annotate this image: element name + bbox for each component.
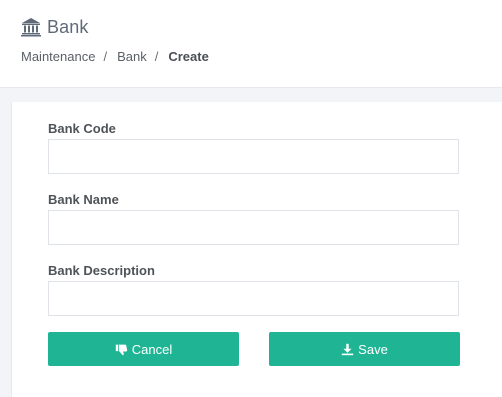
- title-row: Bank: [21, 15, 88, 39]
- page-header: Bank Maintenance / Bank / Create: [0, 0, 502, 88]
- thumbs-down-icon: [115, 344, 127, 355]
- bank-name-label: Bank Name: [48, 192, 119, 207]
- bank-name-input[interactable]: [48, 210, 459, 245]
- bank-description-input[interactable]: [48, 281, 459, 316]
- bank-description-label: Bank Description: [48, 263, 155, 278]
- bank-code-label: Bank Code: [48, 121, 116, 136]
- page-title: Bank: [47, 16, 89, 37]
- cancel-button[interactable]: Cancel: [48, 332, 239, 366]
- breadcrumb-item-bank[interactable]: Bank: [117, 49, 147, 64]
- save-button[interactable]: Save: [269, 332, 460, 366]
- breadcrumb-separator: /: [154, 49, 159, 64]
- breadcrumb-item-maintenance[interactable]: Maintenance: [21, 49, 95, 64]
- breadcrumb-separator: /: [103, 49, 108, 64]
- bank-building-icon: [21, 18, 41, 37]
- bank-create-form: Bank Code Bank Name Bank Description Can…: [11, 102, 502, 397]
- bank-code-input[interactable]: [48, 139, 459, 174]
- breadcrumb-item-create: Create: [168, 49, 209, 64]
- save-button-label: Save: [358, 341, 388, 357]
- cancel-button-label: Cancel: [131, 341, 173, 357]
- breadcrumb: Maintenance / Bank / Create: [21, 49, 209, 64]
- download-icon: [341, 343, 354, 355]
